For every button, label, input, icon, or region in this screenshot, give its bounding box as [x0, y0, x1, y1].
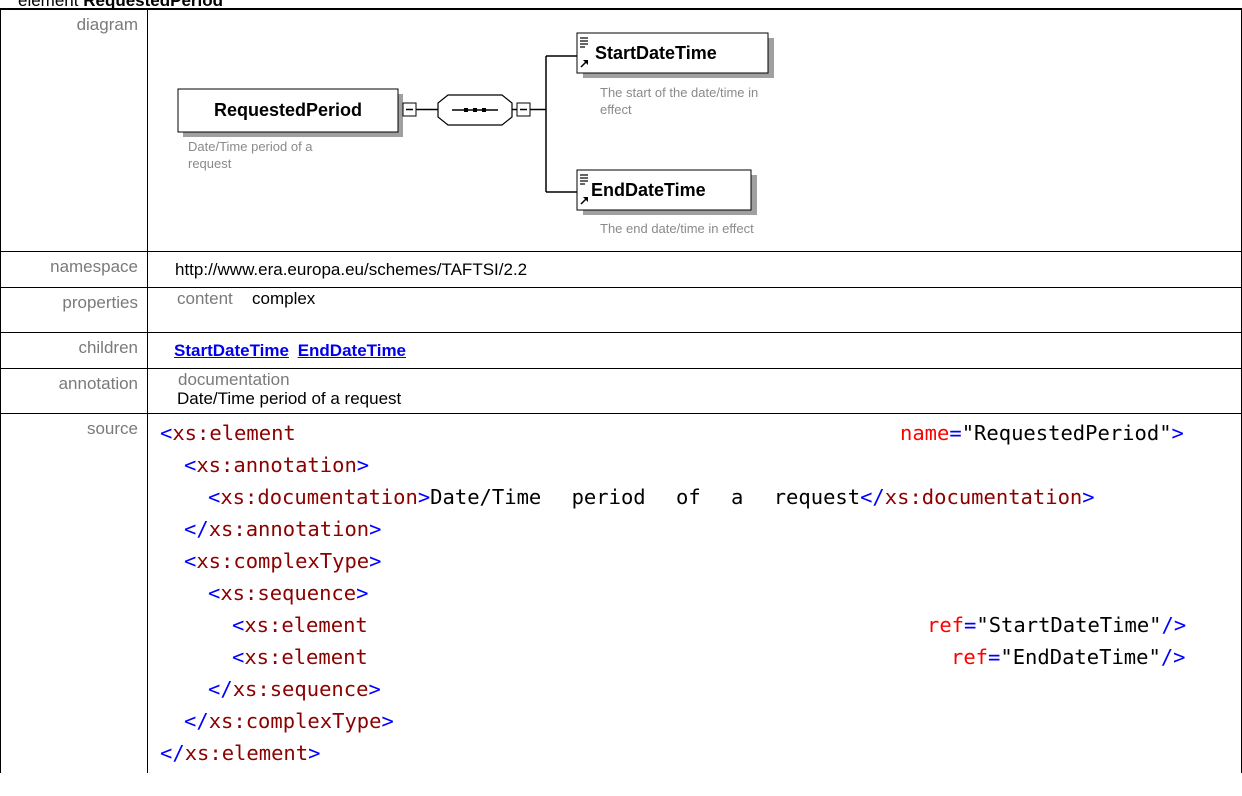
- children-row: children StartDateTime EndDateTime: [0, 332, 1242, 369]
- source-line-9: </xs:sequence>: [208, 677, 381, 701]
- source-line-2: <xs:annotation>: [184, 453, 370, 477]
- property-value: complex: [252, 289, 316, 308]
- root-element-box[interactable]: RequestedPeriod: [178, 89, 398, 132]
- property-key: content: [177, 289, 233, 308]
- source-line-1-attr: name="RequestedPeriod">: [900, 421, 1184, 445]
- source-line-3: <xs:documentation>Date/Time period of a …: [208, 485, 1095, 509]
- source-line-8-attr: ref="EndDateTime"/>: [951, 645, 1186, 669]
- source-line-6: <xs:sequence>: [208, 581, 369, 605]
- source-line-11: </xs:element>: [160, 741, 321, 765]
- source-row: source <xs:element name="RequestedPeriod…: [0, 413, 1242, 773]
- source-line-7-attr: ref="StartDateTime"/>: [927, 613, 1187, 637]
- source-label: source: [86, 419, 138, 438]
- child2-element-box[interactable]: EndDateTime: [591, 170, 706, 210]
- properties-row: properties content complex: [0, 287, 1242, 333]
- child2-description: The end date/time in effect: [600, 221, 754, 236]
- namespace-row: namespace http://www.era.europa.eu/schem…: [0, 251, 1242, 288]
- child-link-enddatetime[interactable]: EndDateTime: [298, 341, 406, 360]
- diagram-label: diagram: [76, 15, 138, 34]
- source-line-7: <xs:element: [232, 613, 368, 637]
- source-line-8: <xs:element: [232, 645, 368, 669]
- annotation-value: Date/Time period of a request: [177, 389, 402, 408]
- children-label: children: [78, 338, 138, 357]
- source-line-4: </xs:annotation>: [184, 517, 382, 541]
- namespace-label: namespace: [50, 257, 138, 276]
- child1-element-box[interactable]: StartDateTime: [595, 33, 717, 73]
- root-element-description: Date/Time period of a request: [188, 139, 313, 171]
- diagram-row: diagram RequestedPeriod Date/Time period…: [0, 8, 1242, 252]
- annotation-label: annotation: [58, 374, 138, 393]
- source-line-10: </xs:complexType>: [184, 709, 394, 733]
- annotation-row: annotation documentation Date/Time perio…: [0, 368, 1242, 414]
- source-line-5: <xs:complexType>: [184, 549, 382, 573]
- element-documentation-table: diagram RequestedPeriod Date/Time period…: [0, 8, 1242, 773]
- child-link-startdatetime[interactable]: StartDateTime: [174, 341, 289, 360]
- source-line-1: <xs:element: [160, 421, 296, 445]
- namespace-value: http://www.era.europa.eu/schemes/TAFTSI/…: [175, 260, 528, 279]
- child1-description: The start of the date/time in effect: [600, 85, 759, 117]
- annotation-key: documentation: [178, 370, 290, 389]
- properties-label: properties: [62, 293, 138, 312]
- schema-diagram: RequestedPeriod Date/Time period of a re…: [148, 10, 1238, 251]
